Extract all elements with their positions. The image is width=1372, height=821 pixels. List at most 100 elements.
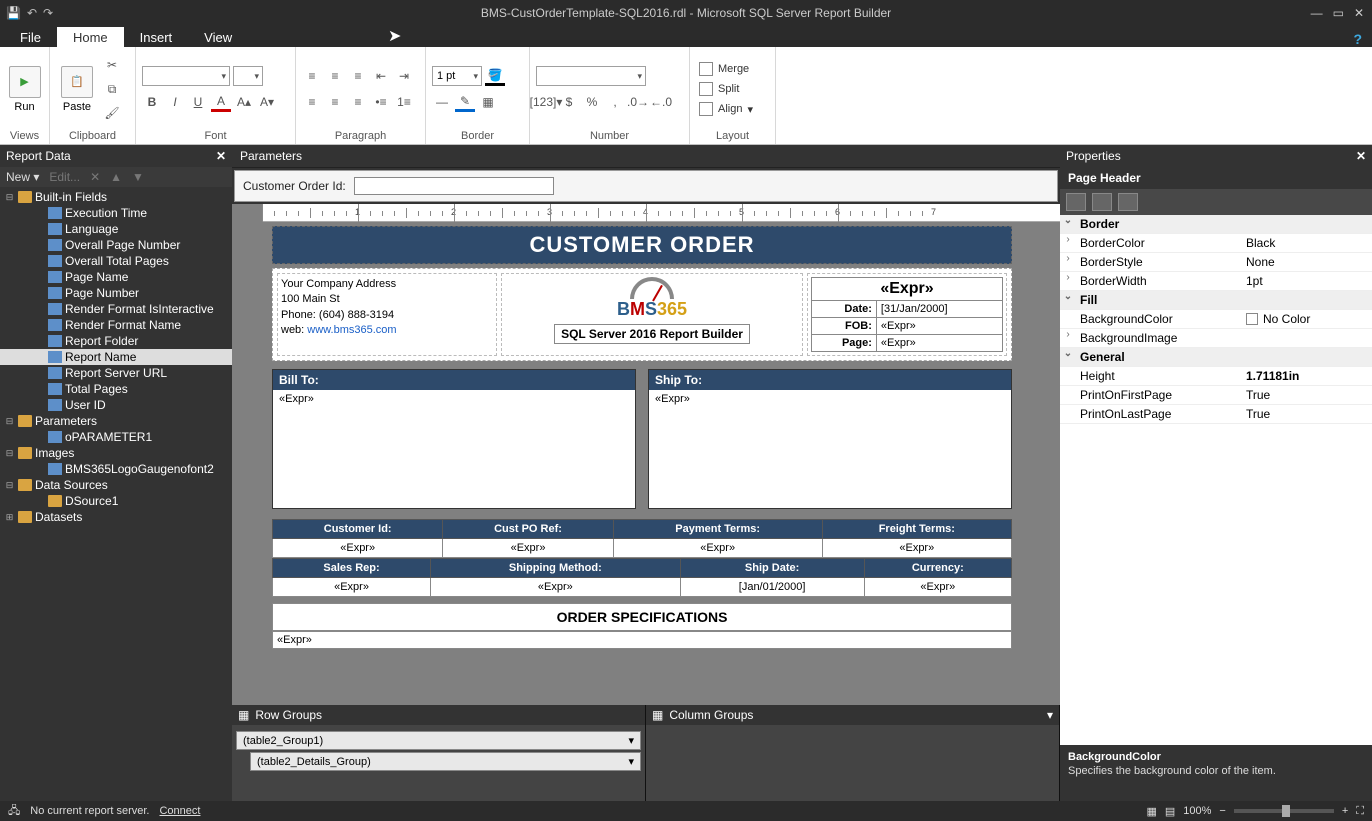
order-specifications-header[interactable]: ORDER SPECIFICATIONS <box>272 603 1012 631</box>
tree-item[interactable]: DSource1 <box>0 493 232 509</box>
meta-box[interactable]: «Expr» Date:[31/Jan/2000] FOB:«Expr» Pag… <box>807 273 1007 356</box>
tree-item[interactable]: BMS365LogoGaugenofont2 <box>0 461 232 477</box>
tree-item[interactable]: Render Format Name <box>0 317 232 333</box>
tree-item[interactable]: Overall Page Number <box>0 237 232 253</box>
new-button[interactable]: New ▾ <box>6 170 39 184</box>
tree-item[interactable]: Execution Time <box>0 205 232 221</box>
save-icon[interactable]: 💾 <box>6 6 21 20</box>
property-pages-icon[interactable] <box>1118 193 1138 211</box>
border-style-button[interactable]: — <box>432 92 452 112</box>
font-family-combo[interactable] <box>142 66 230 86</box>
property-grid[interactable]: ⌄Border ›BorderColorBlack ›BorderStyleNo… <box>1060 215 1372 745</box>
column-groups-title: Column Groups <box>669 708 753 722</box>
company-address-box[interactable]: Your Company Address 100 Main St Phone: … <box>277 273 497 356</box>
bold-button[interactable]: B <box>142 92 162 112</box>
ship-to-box[interactable]: Ship To:«Expr» <box>648 369 1012 509</box>
maximize-button[interactable]: ▭ <box>1333 6 1344 20</box>
increase-indent-button[interactable]: ⇥ <box>394 66 414 86</box>
tree-item[interactable]: Language <box>0 221 232 237</box>
row-selector-strip[interactable] <box>232 222 262 705</box>
tree-item[interactable]: Report Name <box>0 349 232 365</box>
tree-item[interactable]: Overall Total Pages <box>0 253 232 269</box>
copy-icon[interactable]: ⧉ <box>102 79 122 99</box>
tab-insert[interactable]: Insert <box>124 27 189 47</box>
numbering-button[interactable]: 1≡ <box>394 92 414 112</box>
logo-box[interactable]: BMS365 SQL Server 2016 Report Builder <box>501 273 803 356</box>
align-bottom-button[interactable]: ≡ <box>348 66 368 86</box>
tab-home[interactable]: Home <box>57 27 124 47</box>
split-button[interactable]: Split <box>696 80 756 98</box>
design-surface[interactable]: 1234567 CUSTOMER ORDER Your Company Addr… <box>232 204 1060 705</box>
close-panel-icon[interactable]: ✕ <box>216 149 226 163</box>
currency-button[interactable]: $ <box>559 92 579 112</box>
tree-item[interactable]: Report Folder <box>0 333 232 349</box>
close-panel-icon[interactable]: ✕ <box>1356 149 1366 163</box>
undo-icon[interactable]: ↶ <box>27 6 37 20</box>
underline-button[interactable]: U <box>188 92 208 112</box>
cut-icon[interactable]: ✂ <box>102 55 122 75</box>
tree-item[interactable]: Report Server URL <box>0 365 232 381</box>
order-info-table-2[interactable]: Sales Rep:Shipping Method:Ship Date:Curr… <box>272 558 1012 597</box>
chevron-down-icon[interactable]: ▾ <box>628 734 634 747</box>
number-format-combo[interactable] <box>536 66 646 86</box>
design-view-icon[interactable]: ▦ <box>1146 805 1156 818</box>
alphabetical-icon[interactable] <box>1092 193 1112 211</box>
merge-button[interactable]: Merge <box>696 60 756 78</box>
align-right-button[interactable]: ≡ <box>348 92 368 112</box>
borders-button[interactable]: ▦ <box>478 92 498 112</box>
bill-to-box[interactable]: Bill To:«Expr» <box>272 369 636 509</box>
tree-item[interactable]: oPARAMETER1 <box>0 429 232 445</box>
tree-item[interactable]: Render Format IsInteractive <box>0 301 232 317</box>
align-menu-button[interactable]: Align ▾ <box>696 100 756 118</box>
tab-file[interactable]: File <box>4 27 57 47</box>
categorized-icon[interactable] <box>1066 193 1086 211</box>
align-top-button[interactable]: ≡ <box>302 66 322 86</box>
increase-decimal-button[interactable]: .0→ <box>628 92 648 112</box>
order-info-table-1[interactable]: Customer Id:Cust PO Ref:Payment Terms:Fr… <box>272 519 1012 558</box>
thousands-button[interactable]: , <box>605 92 625 112</box>
border-width-combo[interactable]: 1 pt <box>432 66 482 86</box>
minimize-button[interactable]: — <box>1311 6 1323 20</box>
tree-item[interactable]: User ID <box>0 397 232 413</box>
parameter-input[interactable] <box>354 177 554 195</box>
tab-view[interactable]: View <box>188 27 248 47</box>
italic-button[interactable]: I <box>165 92 185 112</box>
bullets-button[interactable]: •≡ <box>371 92 391 112</box>
font-size-combo[interactable] <box>233 66 263 86</box>
zoom-slider[interactable] <box>1234 809 1334 813</box>
paste-button[interactable]: 📋Paste <box>56 66 98 113</box>
align-middle-button[interactable]: ≡ <box>325 66 345 86</box>
font-color-button[interactable]: A <box>211 92 231 112</box>
row-group-1[interactable]: (table2_Group1)▾ <box>236 731 641 750</box>
placeholder-button[interactable]: [123]▾ <box>536 92 556 112</box>
run-button[interactable]: ▶Run <box>6 66 43 113</box>
align-left-button[interactable]: ≡ <box>302 92 322 112</box>
report-title[interactable]: CUSTOMER ORDER <box>272 226 1012 264</box>
row-group-2[interactable]: (table2_Details_Group)▾ <box>250 752 641 771</box>
border-color-button[interactable]: ✎ <box>455 92 475 112</box>
zoom-out-button[interactable]: − <box>1219 805 1225 817</box>
align-center-button[interactable]: ≡ <box>325 92 345 112</box>
decrease-decimal-button[interactable]: ←.0 <box>651 92 671 112</box>
zoom-in-button[interactable]: + <box>1342 805 1348 817</box>
tree-item[interactable]: Page Name <box>0 269 232 285</box>
connect-link[interactable]: Connect <box>159 805 200 817</box>
company-url-link[interactable]: www.bms365.com <box>307 324 396 336</box>
tree-item[interactable]: Total Pages <box>0 381 232 397</box>
decrease-indent-button[interactable]: ⇤ <box>371 66 391 86</box>
redo-icon[interactable]: ↷ <box>43 6 53 20</box>
close-button[interactable]: ✕ <box>1354 6 1364 20</box>
chevron-down-icon[interactable]: ▾ <box>628 755 634 768</box>
preview-icon[interactable]: ▤ <box>1165 805 1175 818</box>
help-icon[interactable]: ? <box>1353 31 1362 47</box>
spec-expr-row[interactable]: «Expr» <box>272 631 1012 649</box>
shrink-font-button[interactable]: A▾ <box>257 92 277 112</box>
formatpainter-icon[interactable]: 🖌 <box>102 103 122 123</box>
report-data-tree[interactable]: ⊟Built-in Fields Execution TimeLanguageO… <box>0 187 232 801</box>
fill-color-button[interactable]: 🪣 <box>485 66 505 86</box>
tree-item[interactable]: Page Number <box>0 285 232 301</box>
percent-button[interactable]: % <box>582 92 602 112</box>
fit-page-icon[interactable]: ⛶ <box>1356 805 1364 818</box>
groups-menu-icon[interactable]: ▾ <box>1047 708 1053 722</box>
grow-font-button[interactable]: A▴ <box>234 92 254 112</box>
